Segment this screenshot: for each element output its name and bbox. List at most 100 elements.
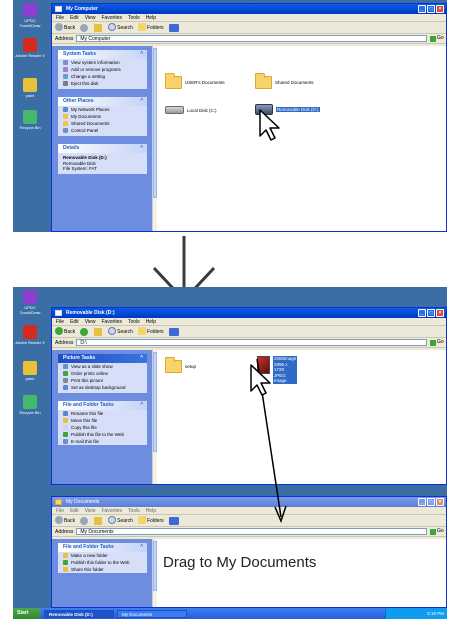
desktop-icon-recycle[interactable]: Recycle Bin [15, 395, 45, 415]
task-item[interactable]: Eject this disk [58, 80, 147, 87]
minimize-button[interactable]: _ [418, 309, 426, 317]
menu-file[interactable]: File [56, 507, 64, 514]
menu-help[interactable]: Help [146, 14, 156, 21]
folder-item[interactable]: USER's Documents [165, 73, 225, 89]
menu-favorites[interactable]: Favorites [101, 14, 122, 21]
search-button[interactable]: Search [108, 22, 133, 34]
up-folder-icon[interactable] [94, 516, 103, 525]
forward-arrow-icon[interactable] [80, 23, 89, 32]
menu-file[interactable]: File [56, 318, 64, 325]
folders-button[interactable]: Folders [137, 22, 164, 34]
taskbar-button-removable-disk[interactable]: Removable Disk (D:) [44, 609, 114, 618]
folder-item-setup[interactable]: setup [165, 357, 196, 373]
up-folder-icon[interactable] [94, 327, 103, 336]
task-item[interactable]: Print this picture [58, 377, 147, 384]
drive-item[interactable]: Local Disk (C:) [165, 106, 217, 114]
back-button[interactable]: Back [55, 515, 75, 527]
task-item[interactable]: Set as desktop background [58, 384, 147, 391]
menu-help[interactable]: Help [146, 507, 156, 514]
address-input[interactable]: My Documents [76, 528, 427, 535]
menu-favorites[interactable]: Favorites [101, 318, 122, 325]
picture-tasks-header[interactable]: Picture Tasks ^ [58, 354, 147, 363]
desktop-background-icon [63, 385, 68, 390]
details-header[interactable]: Details ^ [58, 144, 147, 153]
desktop-icon-paint[interactable]: paint [15, 361, 45, 381]
views-icon[interactable] [168, 516, 179, 525]
menu-favorites[interactable]: Favorites [101, 507, 122, 514]
menu-help[interactable]: Help [146, 318, 156, 325]
go-arrow-icon [430, 35, 436, 42]
menu-edit[interactable]: Edit [70, 507, 79, 514]
window-titlebar[interactable]: My Computer _ □ × [52, 4, 446, 14]
maximize-button[interactable]: □ [427, 498, 435, 506]
task-item[interactable]: View system information [58, 59, 147, 66]
menu-view[interactable]: View [85, 14, 96, 21]
place-item[interactable]: My Network Places [58, 106, 147, 113]
clock[interactable]: 5:15 PM [427, 611, 444, 616]
task-item[interactable]: Rename this file [58, 410, 147, 417]
task-item[interactable]: Publish this file to the Web [58, 431, 147, 438]
back-button[interactable]: Back [55, 22, 75, 34]
place-item[interactable]: My Documents [58, 113, 147, 120]
place-item[interactable]: Control Panel [58, 127, 147, 134]
menu-view[interactable]: View [85, 318, 96, 325]
task-item[interactable]: Add or remove programs [58, 66, 147, 73]
task-item[interactable]: View as a slide show [58, 363, 147, 370]
other-places-header[interactable]: Other Places ^ [58, 97, 147, 106]
search-button[interactable]: Search [108, 515, 133, 527]
close-button[interactable]: × [436, 5, 444, 13]
task-item[interactable]: Publish this folder to the Web [58, 559, 147, 566]
task-item[interactable]: Move this file [58, 417, 147, 424]
forward-arrow-icon[interactable] [80, 516, 89, 525]
menu-view[interactable]: View [85, 507, 96, 514]
menu-tools[interactable]: Tools [128, 507, 140, 514]
desktop-icon-adobe[interactable]: Adobe Reader 9 [15, 38, 45, 58]
maximize-button[interactable]: □ [427, 5, 435, 13]
window-titlebar[interactable]: My Documents _ □ × [52, 497, 446, 507]
task-item[interactable]: E-mail this file [58, 438, 147, 445]
task-item[interactable]: Share this folder [58, 566, 147, 573]
copy-icon [63, 425, 68, 430]
desktop-icon-touchdraw[interactable]: UPDC TouchlDraw [15, 3, 45, 28]
start-button[interactable]: Start [13, 608, 41, 619]
views-icon[interactable] [168, 327, 179, 336]
folders-button[interactable]: Folders [137, 515, 164, 527]
back-button[interactable]: Back [55, 326, 75, 338]
desktop-icon-paint[interactable]: paint [15, 78, 45, 98]
system-tasks-header[interactable]: System Tasks ^ [58, 50, 147, 59]
desktop-icon-adobe[interactable]: Adobe Reader 9 [15, 325, 45, 345]
window-titlebar[interactable]: Removable Disk (D:) _ □ × [52, 308, 446, 318]
folder-item[interactable]: Shared Documents [255, 73, 314, 89]
task-item[interactable]: Make a new folder [58, 552, 147, 559]
menu-edit[interactable]: Edit [70, 318, 79, 325]
go-button[interactable]: Go [430, 35, 446, 42]
folders-button[interactable]: Folders [137, 326, 164, 338]
desktop-icon-recycle[interactable]: Recycle Bin [15, 110, 45, 130]
close-button[interactable]: × [436, 309, 444, 317]
desktop-icon-touchdraw[interactable]: UPDC TouchlDraw [15, 290, 45, 315]
menu-file[interactable]: File [56, 14, 64, 21]
forward-arrow-icon[interactable] [80, 327, 89, 336]
menu-tools[interactable]: Tools [128, 318, 140, 325]
shared-folder-icon [63, 121, 68, 126]
menu-edit[interactable]: Edit [70, 14, 79, 21]
address-input[interactable]: D:\ [76, 339, 427, 346]
file-folder-tasks-header[interactable]: File and Folder Tasks ^ [58, 401, 147, 410]
up-folder-icon[interactable] [94, 23, 103, 32]
go-button[interactable]: Go [430, 528, 446, 535]
file-folder-tasks-header[interactable]: File and Folder Tasks ^ [58, 543, 147, 552]
taskbar-button-my-documents[interactable]: My Documents [117, 609, 187, 618]
place-item[interactable]: Shared Documents [58, 120, 147, 127]
maximize-button[interactable]: □ [427, 309, 435, 317]
task-item[interactable]: Order prints online [58, 370, 147, 377]
task-item[interactable]: Copy this file [58, 424, 147, 431]
views-icon[interactable] [168, 23, 179, 32]
search-button[interactable]: Search [108, 326, 133, 338]
close-button[interactable]: × [436, 498, 444, 506]
minimize-button[interactable]: _ [418, 498, 426, 506]
go-button[interactable]: Go [430, 339, 446, 346]
address-input[interactable]: My Computer [76, 35, 427, 42]
menu-tools[interactable]: Tools [128, 14, 140, 21]
minimize-button[interactable]: _ [418, 5, 426, 13]
task-item[interactable]: Change a setting [58, 73, 147, 80]
